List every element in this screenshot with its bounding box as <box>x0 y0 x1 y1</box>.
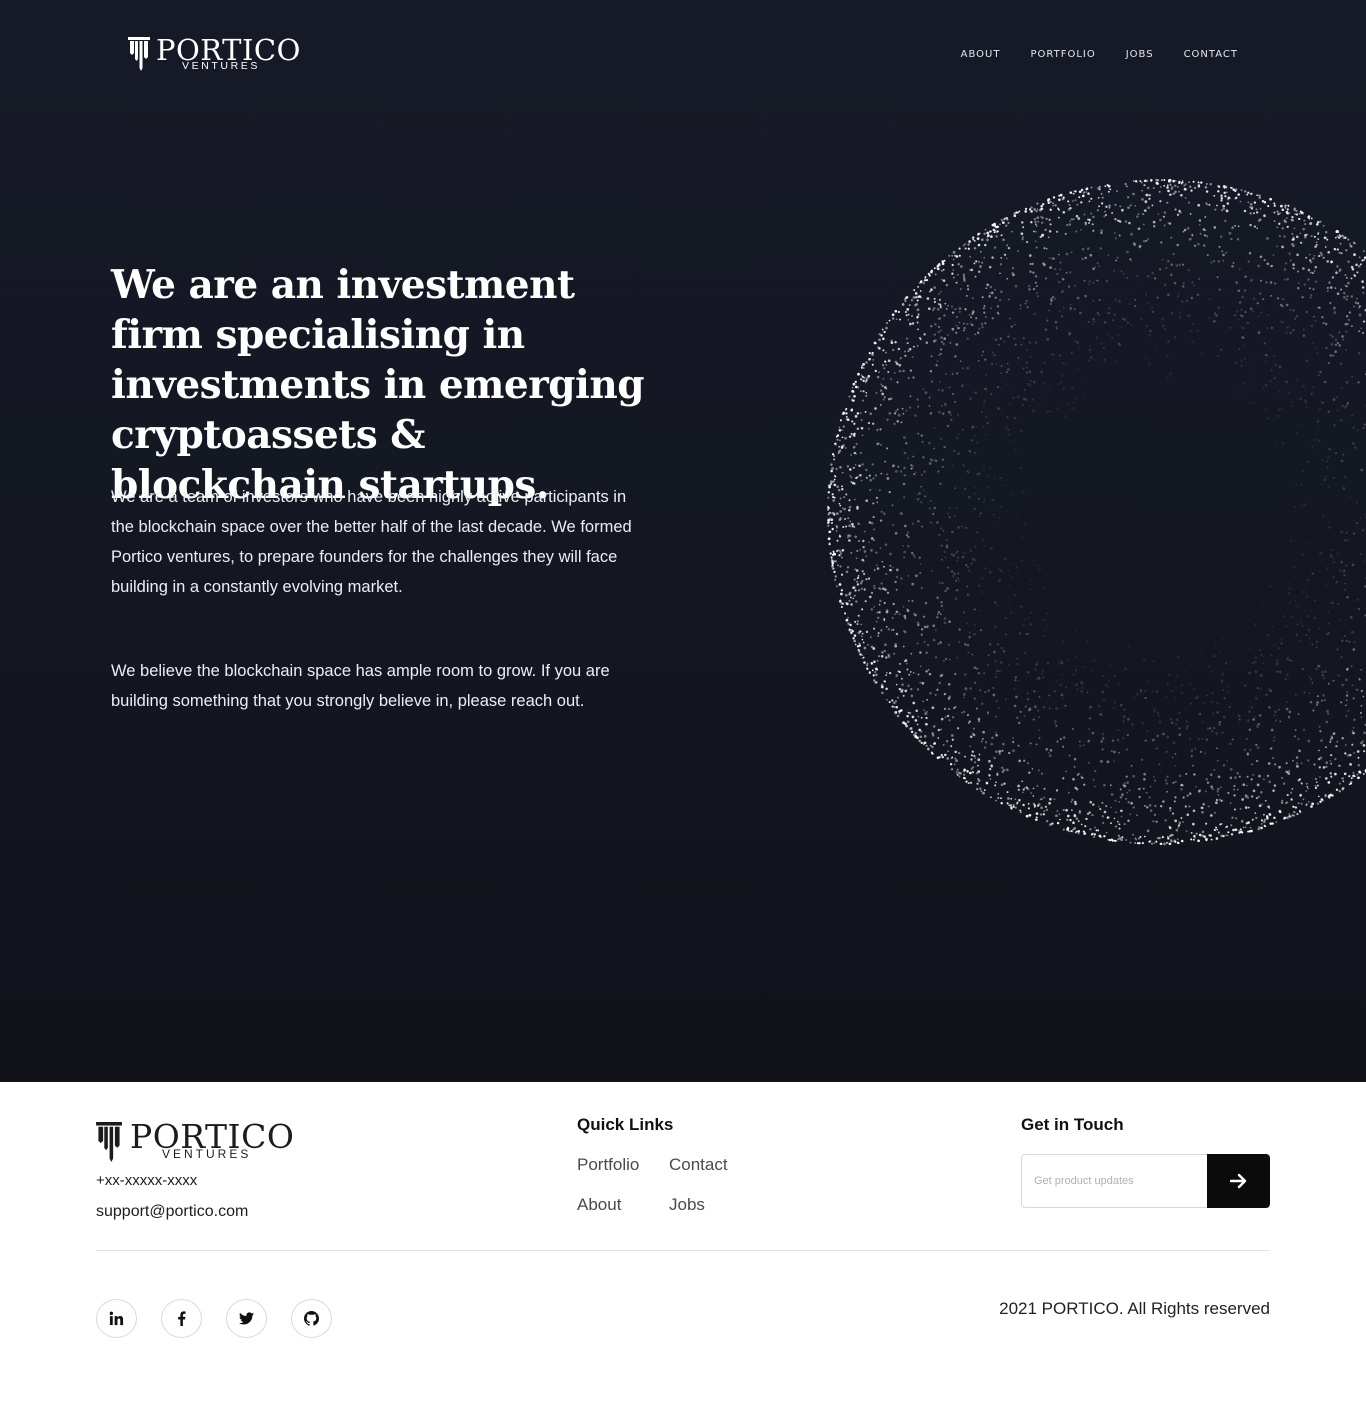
subscribe-email-input[interactable] <box>1021 1154 1207 1208</box>
nav-about[interactable]: ABOUT <box>961 49 1001 60</box>
contact-phone: +xx-xxxxx-xxxx <box>96 1172 198 1189</box>
social-links <box>96 1299 332 1338</box>
column-logo-icon <box>128 37 150 71</box>
footer-link-about[interactable]: About <box>577 1195 621 1215</box>
hero-paragraph-1: We are a team of investors who have been… <box>111 488 632 596</box>
footer-link-portfolio[interactable]: Portfolio <box>577 1155 639 1175</box>
subscribe-form <box>1021 1154 1270 1208</box>
github-button[interactable] <box>291 1299 332 1338</box>
column-logo-icon <box>96 1122 122 1162</box>
hero-section: PORTICO VENTURES ABOUT PORTFOLIO JOBS CO… <box>0 0 1366 1082</box>
github-icon <box>304 1311 319 1326</box>
hero-headline: We are an investment firm specialising i… <box>111 260 671 510</box>
nav-contact[interactable]: CONTACT <box>1184 49 1238 60</box>
footer-divider <box>96 1250 1270 1251</box>
header-logo[interactable]: PORTICO VENTURES <box>128 36 300 72</box>
twitter-button[interactable] <box>226 1299 267 1338</box>
subscribe-submit-button[interactable] <box>1207 1154 1270 1208</box>
copyright-text: 2021 PORTICO. All Rights reserved <box>999 1299 1270 1318</box>
brand-subtitle: VENTURES <box>182 60 260 72</box>
get-in-touch-title: Get in Touch <box>1021 1115 1124 1134</box>
arrow-right-icon <box>1229 1173 1246 1189</box>
twitter-icon <box>239 1312 254 1325</box>
quick-links-title: Quick Links <box>577 1115 674 1134</box>
footer: PORTICO VENTURES +xx-xxxxx-xxxx support@… <box>0 1082 1366 1417</box>
linkedin-button[interactable] <box>96 1299 137 1338</box>
facebook-button[interactable] <box>161 1299 202 1338</box>
linkedin-icon <box>109 1311 124 1326</box>
contact-email[interactable]: support@portico.com <box>96 1203 248 1221</box>
nav-portfolio[interactable]: PORTFOLIO <box>1030 49 1095 60</box>
footer-logo[interactable]: PORTICO VENTURES <box>96 1120 296 1162</box>
main-nav: ABOUT PORTFOLIO JOBS CONTACT <box>961 49 1238 60</box>
footer-link-jobs[interactable]: Jobs <box>669 1195 705 1215</box>
headline-regular: We are an investment firm specialising i… <box>111 262 645 408</box>
nav-jobs[interactable]: JOBS <box>1126 49 1154 60</box>
footer-link-contact[interactable]: Contact <box>669 1155 728 1175</box>
facebook-icon <box>178 1311 186 1326</box>
footer-brand-subtitle: VENTURES <box>162 1147 252 1161</box>
particle-sphere-graphic <box>826 178 1366 846</box>
hero-paragraph-2: We believe the blockchain space has ampl… <box>111 662 610 710</box>
